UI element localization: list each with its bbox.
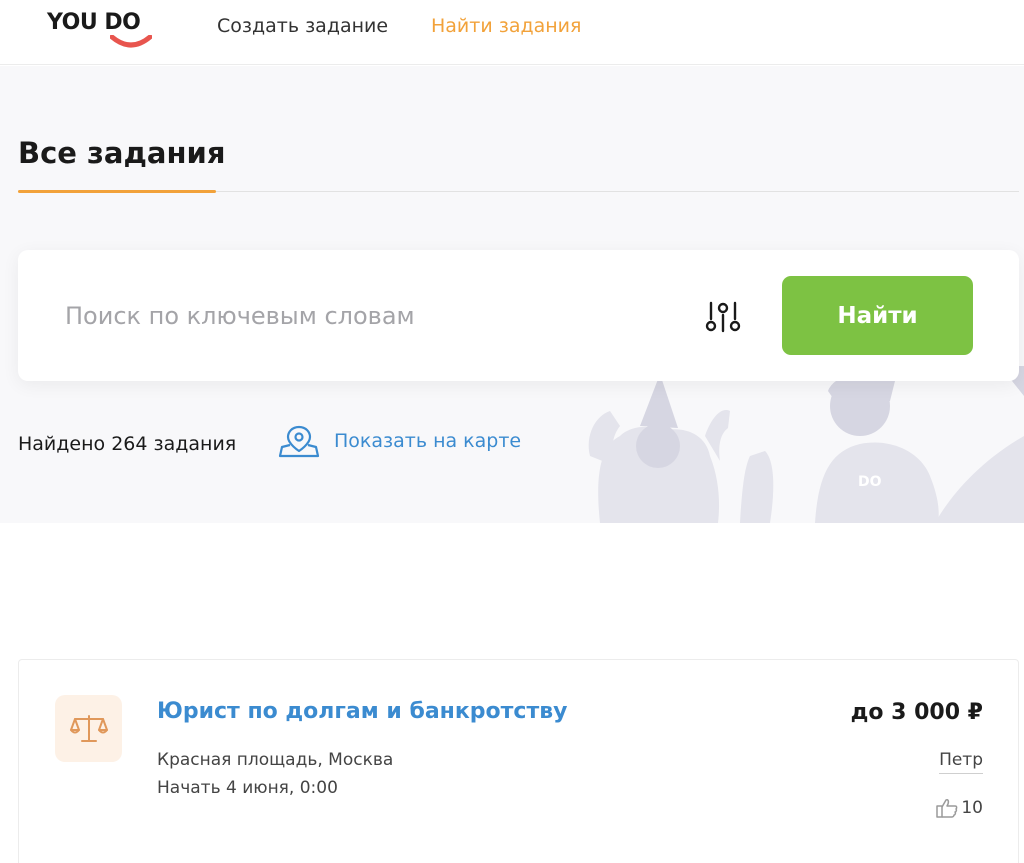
logo-text: YOU DO	[47, 10, 141, 35]
task-author-link[interactable]: Петр	[939, 750, 983, 774]
scales-icon	[69, 714, 108, 742]
top-header: YOU DO Создать задание Найти задания	[0, 0, 1024, 65]
show-on-map-label: Показать на карте	[334, 430, 522, 452]
thumbs-up-icon	[936, 799, 958, 818]
search-input[interactable]	[48, 288, 688, 344]
hero-section: Все задания DO Поиск по ключевым словам …	[0, 66, 1024, 523]
author-rating: 10	[936, 798, 983, 818]
logo-smile-icon	[110, 35, 152, 48]
task-category-badge	[55, 695, 122, 762]
task-card[interactable]: Юрист по долгам и банкротству Красная пл…	[18, 659, 1019, 863]
people-illustration: DO	[588, 366, 1024, 523]
nav-create-task[interactable]: Создать задание	[217, 15, 388, 37]
rating-value: 10	[961, 798, 983, 818]
show-on-map-link[interactable]: Показать на карте	[278, 423, 521, 459]
task-start-time: Начать 4 июня, 0:00	[157, 778, 338, 798]
page-title: Все задания	[18, 136, 226, 170]
search-submit-button[interactable]: Найти	[782, 276, 973, 355]
title-underline	[18, 190, 216, 193]
task-address: Красная площадь, Москва	[157, 750, 394, 770]
nav-find-tasks[interactable]: Найти задания	[431, 15, 581, 37]
results-count: Найдено 264 задания	[18, 433, 237, 455]
task-price: до 3 000 ₽	[850, 700, 983, 725]
map-pin-icon	[278, 425, 320, 458]
svg-text:DO: DO	[858, 474, 882, 490]
filter-button[interactable]	[698, 295, 748, 339]
filter-sliders-icon	[705, 301, 741, 333]
search-panel: Найти	[18, 250, 1019, 381]
task-title-link[interactable]: Юрист по долгам и банкротству	[157, 699, 567, 724]
youdo-logo[interactable]: YOU DO	[47, 10, 157, 50]
